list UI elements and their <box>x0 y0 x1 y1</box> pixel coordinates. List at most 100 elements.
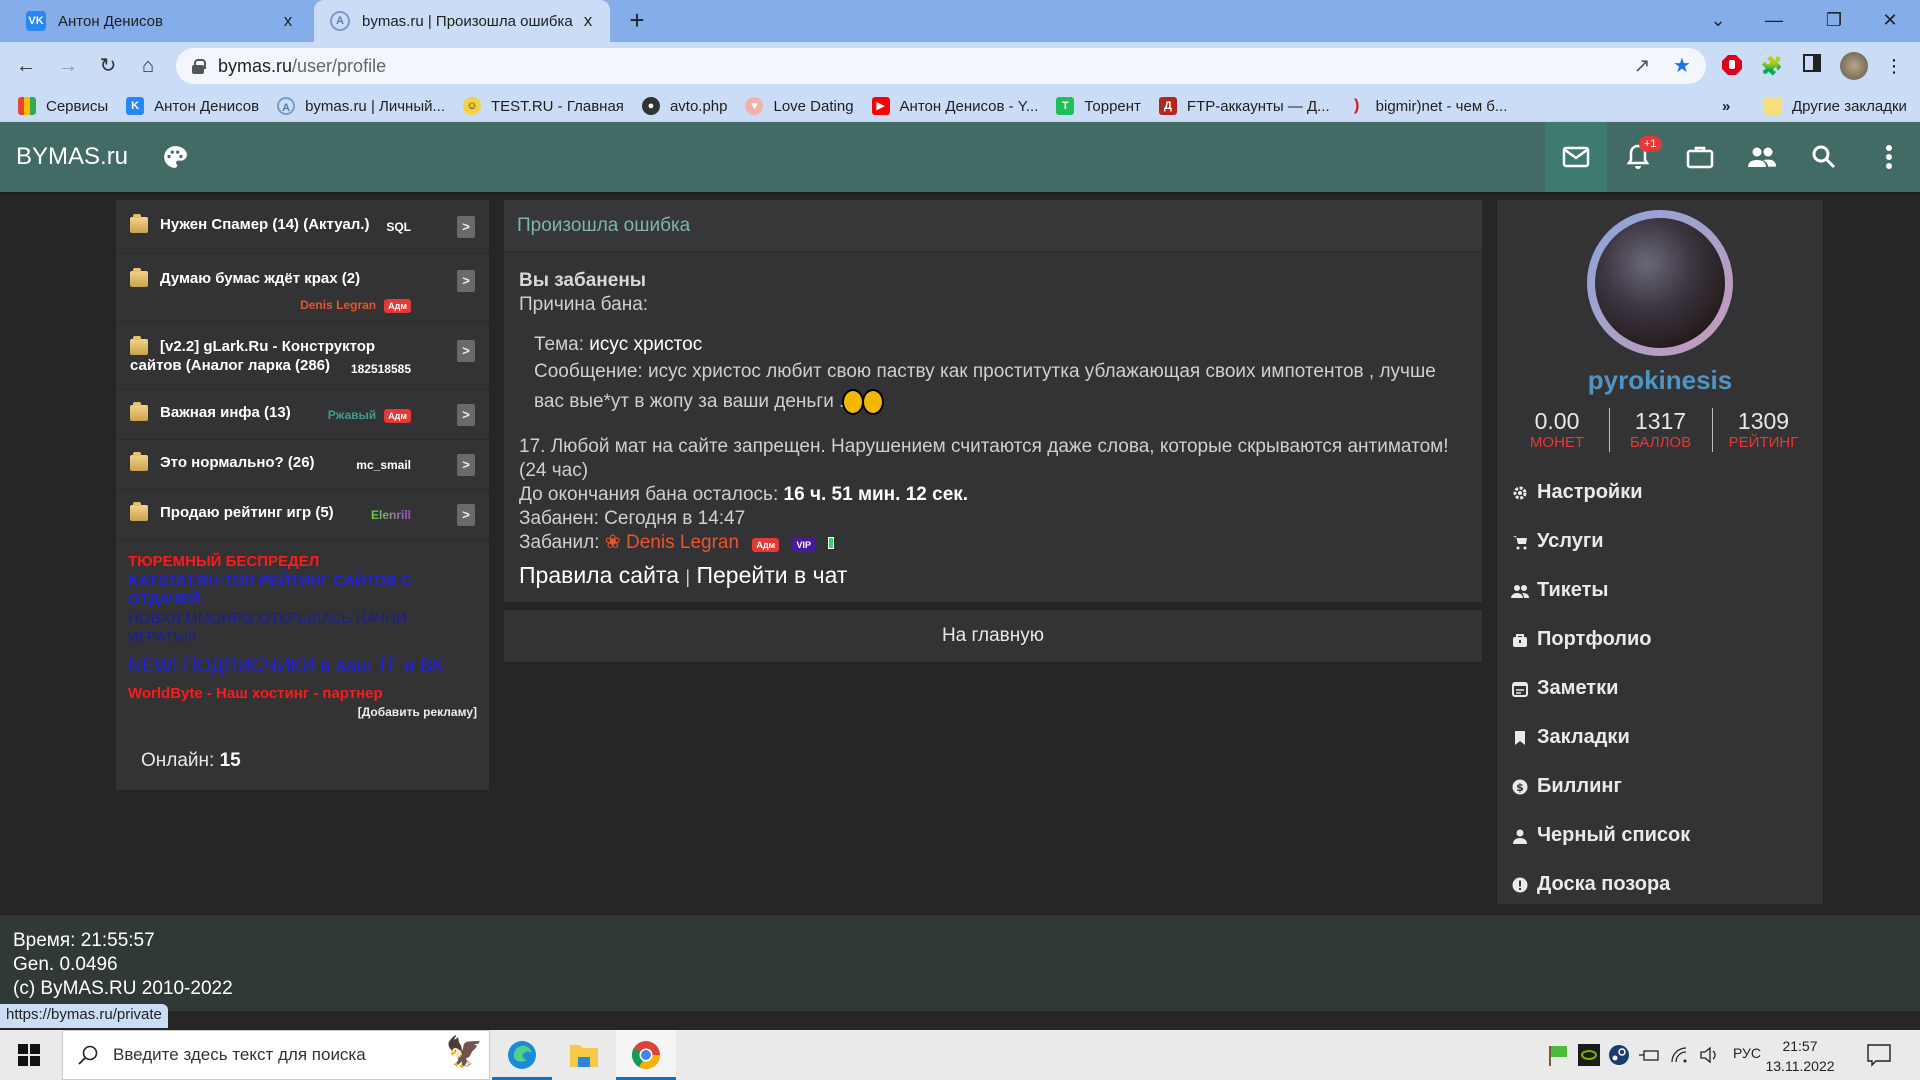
home-button[interactable]: На главную <box>504 610 1482 662</box>
chat-link[interactable]: Перейти в чат <box>696 562 847 588</box>
menu-shame-board[interactable]: Доска позора <box>1497 860 1823 909</box>
topic-item[interactable]: [v2.2] gLark.Ru - Конструктор сайтов (Ан… <box>116 322 489 390</box>
close-window-button[interactable]: ✕ <box>1862 0 1918 42</box>
battery-icon[interactable] <box>1638 1044 1660 1066</box>
more-menu-button[interactable] <box>1858 122 1920 192</box>
ad-link[interactable]: WorldByte - Наш хостинг - партнер <box>128 684 477 703</box>
url-text[interactable]: bymas.ru/user/profile <box>218 56 386 77</box>
topic-go-button[interactable]: > <box>457 340 475 362</box>
back-button[interactable]: ← <box>10 50 42 82</box>
restore-button[interactable]: ❐ <box>1806 0 1862 42</box>
ad-link[interactable]: NEW! ПОДПИСЧИКИ в ваш ТГ и ВК <box>128 657 477 676</box>
bookmark-item[interactable]: ☺ TEST.RU - Главная <box>463 97 624 115</box>
more-bookmarks-button[interactable]: » <box>1722 98 1730 115</box>
topic-author[interactable]: mc_smail <box>356 458 411 472</box>
share-icon[interactable]: ↗ <box>1630 54 1654 78</box>
other-bookmarks-folder[interactable]: Другие закладки <box>1764 97 1907 115</box>
topic-author[interactable]: Ржавый Адм <box>328 408 411 423</box>
friends-button[interactable] <box>1731 122 1793 192</box>
windows-start-icon[interactable] <box>18 1044 40 1066</box>
address-bar[interactable]: bymas.ru/user/profile ↗ ★ <box>176 48 1706 84</box>
stat-rating[interactable]: 1309 РЕЙТИНГ <box>1711 408 1815 452</box>
menu-portfolio[interactable]: Портфолио <box>1497 615 1823 664</box>
taskbar-edge[interactable] <box>492 1030 552 1080</box>
ad-link[interactable]: НОВАЯ MMORPG ОТКРЫЛАСЬ НАЧНИ ИГРАТЬ!!! <box>128 609 477 647</box>
stat-coins[interactable]: 0.00 МОНЕТ <box>1506 408 1609 452</box>
add-ad-link[interactable]: [Добавить рекламу] <box>128 703 477 722</box>
topic-author[interactable]: Denis Legran Адм <box>300 298 411 313</box>
new-tab-button[interactable]: + <box>622 6 652 36</box>
online-counter[interactable]: Онлайн: 15 <box>116 722 489 772</box>
notification-center-icon[interactable] <box>1866 1042 1892 1068</box>
topic-item[interactable]: Думаю бумас ждёт крах (2) Denis Legran Ад… <box>116 254 489 322</box>
bookmark-item[interactable]: Д FTP-аккаунты — Д... <box>1158 97 1330 115</box>
menu-services[interactable]: Услуги <box>1497 517 1823 566</box>
topic-go-button[interactable]: > <box>457 216 475 238</box>
ad-link[interactable]: ТЮРЕМНЫЙ БЕСПРЕДЕЛ <box>128 552 477 571</box>
bookmark-item[interactable]: T Торрент <box>1056 97 1141 115</box>
services-button[interactable] <box>1669 122 1731 192</box>
search-button[interactable] <box>1793 122 1855 192</box>
extensions-puzzle-icon[interactable]: 🧩 <box>1760 54 1784 78</box>
topic-title[interactable]: Нужен Спамер (14) (Актуал.) <box>160 216 369 233</box>
bookmark-item[interactable]: ♥ Love Dating <box>745 97 854 115</box>
bookmark-item[interactable]: Сервисы <box>18 97 108 115</box>
messages-button[interactable] <box>1545 122 1607 192</box>
flag-tray-icon[interactable] <box>1548 1044 1570 1066</box>
volume-icon[interactable] <box>1698 1044 1720 1066</box>
nvidia-icon[interactable] <box>1578 1044 1600 1066</box>
adblock-icon[interactable] <box>1720 54 1744 78</box>
star-bookmark-icon[interactable]: ★ <box>1670 54 1694 78</box>
bookmark-item[interactable]: ● avto.php <box>641 97 727 115</box>
topic-item[interactable]: Важная инфа (13) Ржавый Адм > <box>116 390 489 440</box>
topic-item[interactable]: Это нормально? (26) mc_smail > <box>116 440 489 490</box>
site-logo[interactable]: BYMAS.ru <box>16 122 128 192</box>
topic-go-button[interactable]: > <box>457 504 475 526</box>
taskbar-search[interactable]: Введите здесь текст для поиска 🦅 <box>62 1030 490 1080</box>
topic-go-button[interactable]: > <box>457 454 475 476</box>
home-icon[interactable]: ⌂ <box>132 50 164 82</box>
topic-title[interactable]: Это нормально? (26) <box>160 454 315 471</box>
topic-item[interactable]: Нужен Спамер (14) (Актуал.) SQL > <box>116 200 489 254</box>
tab-bymas[interactable]: A bymas.ru | Произошла ошибка x <box>314 0 610 42</box>
close-tab-icon[interactable]: x <box>276 11 300 31</box>
side-panel-icon[interactable] <box>1800 54 1824 78</box>
menu-settings[interactable]: Настройки <box>1497 468 1823 517</box>
user-avatar[interactable] <box>1587 210 1733 356</box>
username[interactable]: pyrokinesis <box>1497 365 1823 396</box>
topic-title[interactable]: Думаю бумас ждёт крах (2) <box>160 270 360 287</box>
stat-points[interactable]: 1317 БАЛЛОВ <box>1608 408 1712 452</box>
wifi-icon[interactable] <box>1668 1044 1690 1066</box>
topic-title-cont[interactable]: сайтов (Аналог ларка (286) <box>130 357 475 374</box>
bookmark-item[interactable]: ) bigmir)net - чем б... <box>1348 97 1507 115</box>
menu-tickets[interactable]: Тикеты <box>1497 566 1823 615</box>
topic-author[interactable]: SQL <box>386 220 411 234</box>
menu-bookmarks[interactable]: Закладки <box>1497 713 1823 762</box>
menu-blacklist[interactable]: Черный список <box>1497 811 1823 860</box>
topic-go-button[interactable]: > <box>457 270 475 292</box>
reload-button[interactable]: ↻ <box>92 50 124 82</box>
ad-link[interactable]: KATSTAT.RU-ТОП РЕЙТИНГ САЙТОВ С ОТДАЧЕЙ <box>128 571 477 609</box>
menu-notes[interactable]: Заметки <box>1497 664 1823 713</box>
taskbar-clock[interactable]: 21:57 13.11.2022 <box>1760 1036 1840 1076</box>
tab-search-icon[interactable]: ⌄ <box>1690 0 1746 42</box>
language-indicator[interactable]: РУС <box>1733 1045 1761 1061</box>
topic-title[interactable]: Продаю рейтинг игр (5) <box>160 504 334 521</box>
notifications-button[interactable]: +1 <box>1607 122 1669 192</box>
menu-billing[interactable]: $ Биллинг <box>1497 762 1823 811</box>
bookmark-item[interactable]: K Антон Денисов <box>126 97 259 115</box>
palette-icon[interactable] <box>162 144 188 170</box>
forward-button[interactable]: → <box>52 50 84 82</box>
tab-vk[interactable]: VK Антон Денисов x <box>10 0 310 42</box>
taskbar-chrome[interactable] <box>616 1030 676 1080</box>
topic-item[interactable]: Продаю рейтинг игр (5) Elenrill > <box>116 490 489 540</box>
steam-icon[interactable] <box>1608 1044 1630 1066</box>
topic-title[interactable]: [v2.2] gLark.Ru - Конструктор <box>160 338 375 355</box>
topic-author[interactable]: 182518585 <box>351 362 411 376</box>
profile-avatar[interactable] <box>1840 52 1868 80</box>
topic-go-button[interactable]: > <box>457 404 475 426</box>
banned-by-user[interactable]: Denis Legran <box>626 532 739 553</box>
bookmark-item[interactable]: ▶ Антон Денисов - Y... <box>871 97 1038 115</box>
topic-author[interactable]: Elenrill <box>371 508 411 522</box>
taskbar-explorer[interactable] <box>554 1030 614 1080</box>
